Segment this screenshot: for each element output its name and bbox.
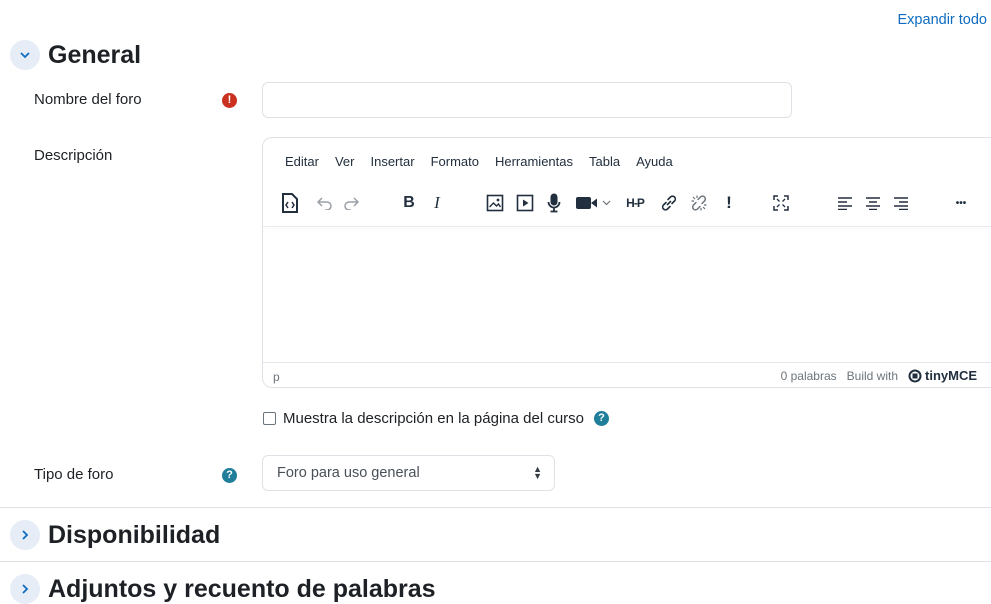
editor-toolbar: B I H-P ! ••• bbox=[279, 190, 991, 216]
help-icon[interactable]: ? bbox=[222, 468, 237, 483]
section-availability-header[interactable]: Disponibilidad bbox=[10, 520, 220, 550]
help-icon[interactable]: ? bbox=[594, 411, 610, 426]
link-icon[interactable] bbox=[659, 190, 679, 216]
build-with-text: Build with bbox=[846, 368, 898, 383]
editor-statusbar: p 0 palabras Build with tinyMCE bbox=[263, 362, 991, 387]
word-count[interactable]: 0 palabras bbox=[781, 369, 837, 383]
forum-type-value: Foro para uso general bbox=[277, 465, 420, 481]
unlink-icon[interactable] bbox=[689, 190, 709, 216]
menu-tabla[interactable]: Tabla bbox=[589, 154, 620, 169]
fullscreen-icon[interactable] bbox=[771, 190, 791, 216]
menu-ver[interactable]: Ver bbox=[335, 154, 355, 169]
element-path[interactable]: p bbox=[273, 370, 280, 384]
tinymce-brand: tinyMCE bbox=[925, 368, 977, 383]
align-right-icon[interactable] bbox=[891, 190, 911, 216]
align-left-icon[interactable] bbox=[835, 190, 855, 216]
section-attachments-header[interactable]: Adjuntos y recuento de palabras bbox=[10, 574, 436, 604]
chevron-right-icon[interactable] bbox=[10, 574, 40, 604]
exclamation-icon[interactable]: ! bbox=[723, 190, 735, 216]
forum-name-input[interactable] bbox=[262, 82, 792, 118]
redo-icon[interactable] bbox=[341, 190, 361, 216]
chevron-right-icon[interactable] bbox=[10, 520, 40, 550]
bold-icon[interactable]: B bbox=[401, 190, 417, 216]
toolbar-divider bbox=[263, 226, 991, 227]
show-description-row: Muestra la descripción en la página del … bbox=[263, 410, 610, 427]
menu-herramientas[interactable]: Herramientas bbox=[495, 154, 573, 169]
section-title: General bbox=[48, 40, 142, 69]
section-title: Disponibilidad bbox=[48, 520, 221, 549]
show-description-label[interactable]: Muestra la descripción en la página del … bbox=[283, 410, 584, 427]
show-description-checkbox[interactable] bbox=[263, 412, 276, 425]
forum-type-label: Tipo de foro bbox=[34, 466, 114, 483]
editor-menubar: Editar Ver Insertar Formato Herramientas… bbox=[285, 154, 689, 169]
description-label: Descripción bbox=[34, 147, 113, 164]
align-center-icon[interactable] bbox=[863, 190, 883, 216]
h5p-icon[interactable]: H-P bbox=[623, 190, 647, 216]
menu-ayuda[interactable]: Ayuda bbox=[636, 154, 673, 169]
section-title: Adjuntos y recuento de palabras bbox=[48, 574, 436, 603]
menu-editar[interactable]: Editar bbox=[285, 154, 319, 169]
chevron-down-icon[interactable] bbox=[10, 40, 40, 70]
section-divider bbox=[0, 561, 991, 562]
media-icon[interactable] bbox=[515, 190, 535, 216]
forum-type-select[interactable]: Foro para uso general ▲ ▼ bbox=[262, 455, 555, 491]
source-code-icon[interactable] bbox=[279, 190, 301, 216]
menu-insertar[interactable]: Insertar bbox=[370, 154, 414, 169]
expand-all-link[interactable]: Expandir todo bbox=[898, 12, 987, 28]
exclamation-icon: ! bbox=[222, 93, 237, 108]
description-editor[interactable]: Editar Ver Insertar Formato Herramientas… bbox=[262, 137, 991, 388]
microphone-icon[interactable] bbox=[545, 190, 563, 216]
section-divider bbox=[0, 507, 991, 508]
undo-icon[interactable] bbox=[315, 190, 335, 216]
section-general-header[interactable]: General bbox=[10, 40, 141, 70]
image-icon[interactable] bbox=[485, 190, 505, 216]
tinymce-logo[interactable]: tinyMCE bbox=[908, 368, 977, 383]
italic-icon[interactable]: I bbox=[429, 190, 445, 216]
forum-name-label: Nombre del foro bbox=[34, 91, 142, 108]
video-icon[interactable] bbox=[575, 190, 615, 216]
select-arrows-icon: ▲ ▼ bbox=[533, 464, 542, 481]
more-icon[interactable]: ••• bbox=[949, 190, 973, 216]
menu-formato[interactable]: Formato bbox=[431, 154, 479, 169]
